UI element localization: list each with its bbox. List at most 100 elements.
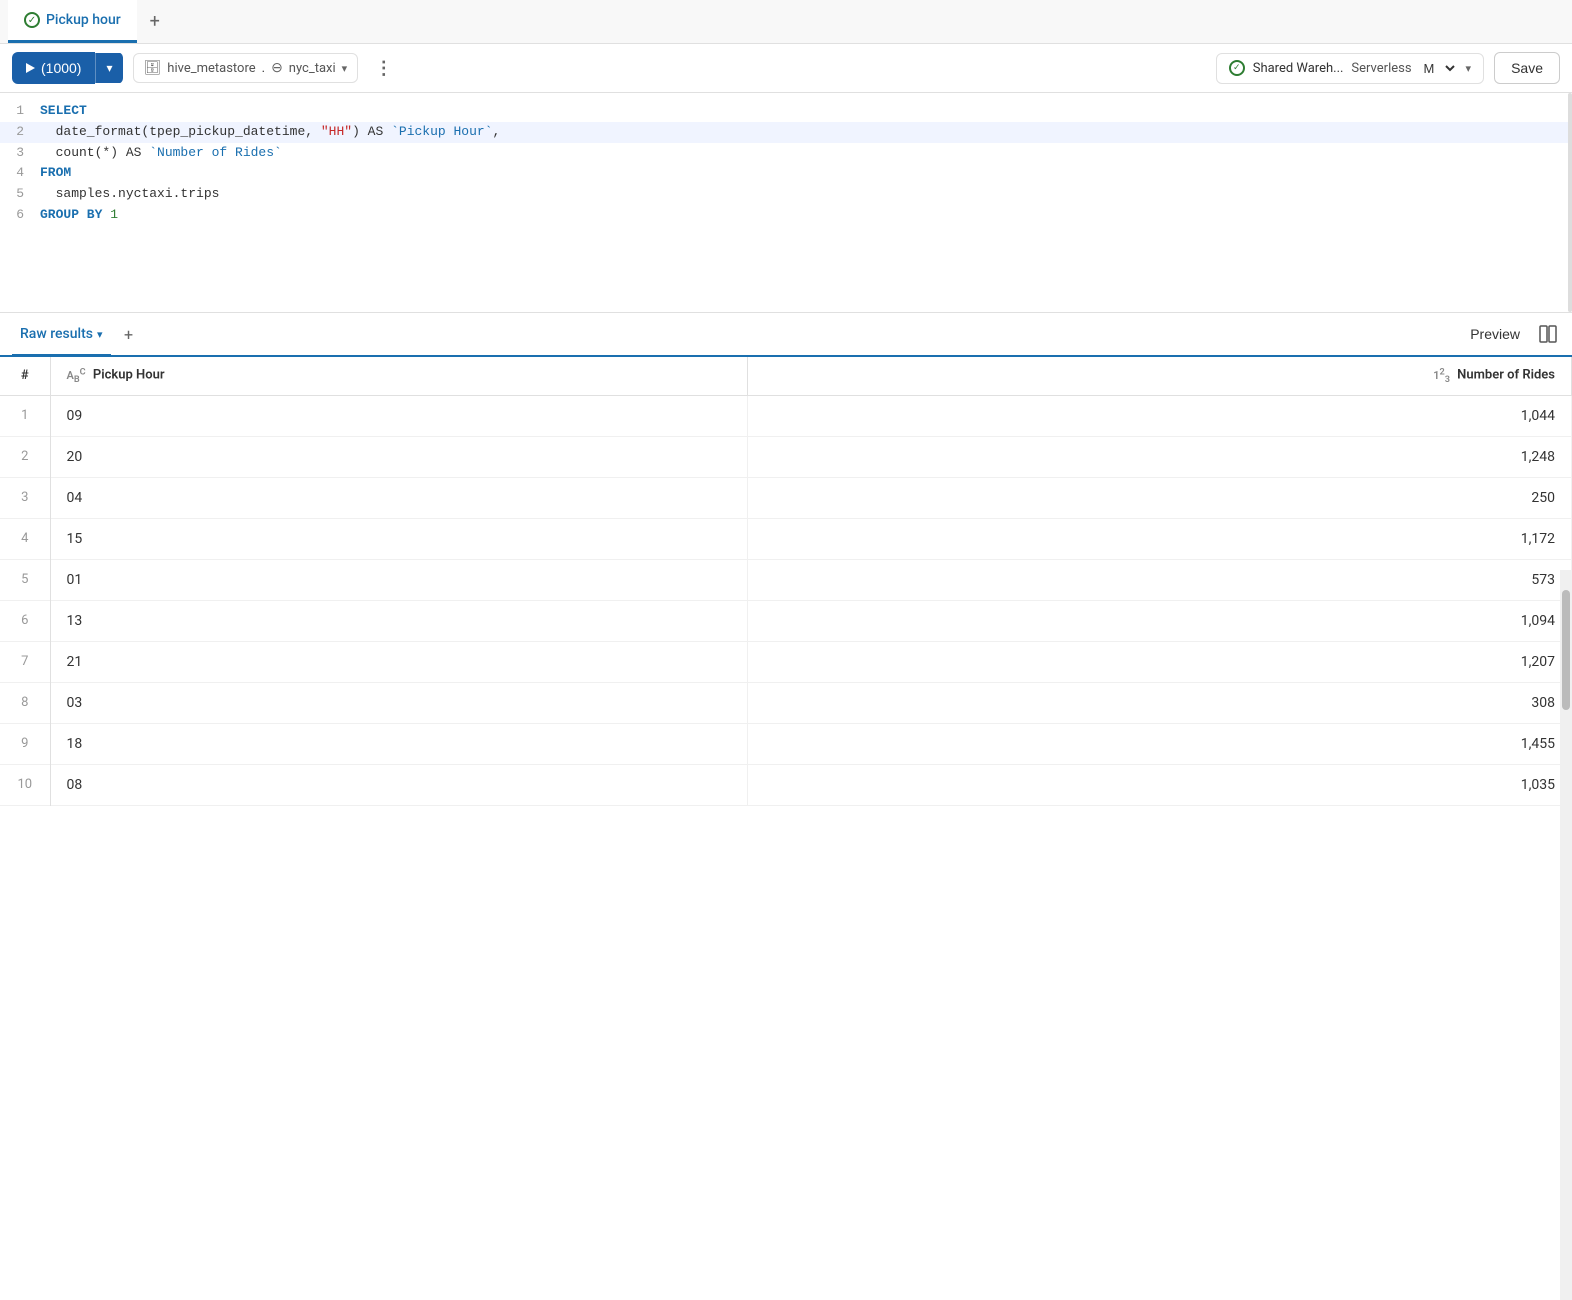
play-icon	[26, 63, 35, 73]
type-icon-123: 123	[1433, 369, 1450, 382]
code-text: ) AS	[352, 124, 391, 139]
code-line-5: 5 samples.nyctaxi.trips	[0, 184, 1572, 205]
cell-number-of-rides: 573	[748, 559, 1572, 600]
warehouse-dropdown-icon: ▾	[1466, 62, 1472, 75]
warehouse-type: Serverless	[1351, 61, 1411, 76]
cell-number-of-rides: 1,044	[748, 395, 1572, 436]
cell-row-num: 1	[0, 395, 50, 436]
tab-pickup-hour[interactable]: ✓ Pickup hour	[8, 0, 137, 43]
table-row: 4 15 1,172	[0, 518, 1572, 559]
cell-number-of-rides: 1,172	[748, 518, 1572, 559]
code-text: count(*) AS	[40, 145, 149, 160]
code-line-2: 2 date_format(tpep_pickup_datetime, "HH"…	[0, 122, 1572, 143]
table-row: 7 21 1,207	[0, 641, 1572, 682]
string-hh: "HH"	[321, 124, 352, 139]
col-header-num: #	[0, 357, 50, 395]
cell-row-num: 8	[0, 682, 50, 723]
catalog-name: hive_metastore	[167, 61, 255, 76]
cell-pickup-hour: 15	[50, 518, 748, 559]
warehouse-status-icon: ✓	[1229, 60, 1245, 76]
table-row: 3 04 250	[0, 477, 1572, 518]
catalog-icon: 🗄	[144, 60, 162, 76]
results-add-button[interactable]: +	[115, 320, 143, 348]
schema-icon: ⊖	[271, 60, 283, 76]
cell-pickup-hour: 21	[50, 641, 748, 682]
table-reference: samples.nyctaxi.trips	[40, 186, 219, 201]
warehouse-name: Shared Wareh...	[1253, 61, 1344, 76]
schema-name: nyc_taxi	[289, 61, 336, 76]
cell-number-of-rides: 1,207	[748, 641, 1572, 682]
type-icon-abc: ABC	[67, 369, 86, 382]
warehouse-size-select[interactable]: XS S M L XL	[1420, 60, 1458, 77]
keyword-select: SELECT	[40, 103, 87, 118]
cell-number-of-rides: 1,094	[748, 600, 1572, 641]
table-body: 1 09 1,044 2 20 1,248 3 04 250 4 15 1,17…	[0, 395, 1572, 805]
preview-label: Preview	[1470, 326, 1520, 342]
code-line-1: 1 SELECT	[0, 101, 1572, 122]
cell-number-of-rides: 250	[748, 477, 1572, 518]
table-row: 9 18 1,455	[0, 723, 1572, 764]
cell-pickup-hour: 01	[50, 559, 748, 600]
save-button[interactable]: Save	[1494, 52, 1560, 84]
schema-dropdown-icon: ▾	[342, 62, 348, 75]
cell-number-of-rides: 1,455	[748, 723, 1572, 764]
run-button[interactable]: (1000)	[12, 52, 95, 84]
col-header-number-of-rides[interactable]: 123 Number of Rides	[748, 357, 1572, 395]
cell-pickup-hour: 20	[50, 436, 748, 477]
cell-row-num: 4	[0, 518, 50, 559]
line-number-2: 2	[0, 122, 40, 143]
line-number-6: 6	[0, 205, 40, 226]
cell-pickup-hour: 03	[50, 682, 748, 723]
code-editor[interactable]: 1 SELECT 2 date_format(tpep_pickup_datet…	[0, 93, 1572, 313]
raw-results-tab[interactable]: Raw results ▾	[12, 314, 111, 356]
table-row: 8 03 308	[0, 682, 1572, 723]
toolbar: (1000) ▾ 🗄 hive_metastore . ⊖ nyc_taxi ▾…	[0, 44, 1572, 93]
cell-pickup-hour: 09	[50, 395, 748, 436]
scrollbar-thumb[interactable]	[1562, 590, 1570, 710]
code-line-6: 6 GROUP BY 1	[0, 205, 1572, 226]
cell-pickup-hour: 13	[50, 600, 748, 641]
col-header-pickup-hour[interactable]: ABC Pickup Hour	[50, 357, 748, 395]
cell-row-num: 9	[0, 723, 50, 764]
line-number-3: 3	[0, 143, 40, 164]
tab-check-icon: ✓	[24, 12, 40, 28]
code-line-4: 4 FROM	[0, 163, 1572, 184]
group-by-num: 1	[110, 207, 118, 222]
results-chevron-icon: ▾	[97, 328, 103, 341]
keyword-from: FROM	[40, 165, 71, 180]
cell-row-num: 10	[0, 764, 50, 805]
warehouse-selector[interactable]: ✓ Shared Wareh... Serverless XS S M L XL…	[1216, 53, 1484, 84]
raw-results-label: Raw results	[20, 326, 93, 342]
cell-number-of-rides: 1,248	[748, 436, 1572, 477]
cell-pickup-hour: 04	[50, 477, 748, 518]
line-number-4: 4	[0, 163, 40, 184]
editor-scrollbar[interactable]	[1568, 93, 1572, 312]
keyword-group-by: GROUP BY	[40, 207, 110, 222]
cell-row-num: 5	[0, 559, 50, 600]
cell-number-of-rides: 1,035	[748, 764, 1572, 805]
results-table: # ABC Pickup Hour 123 Number of Rides 1 …	[0, 357, 1572, 806]
layout-toggle-icon[interactable]	[1536, 322, 1560, 346]
run-button-group: (1000) ▾	[12, 52, 123, 84]
cell-row-num: 7	[0, 641, 50, 682]
more-options-button[interactable]: ⋮	[368, 52, 400, 84]
alias-number-of-rides: `Number of Rides`	[149, 145, 282, 160]
cell-pickup-hour: 08	[50, 764, 748, 805]
run-dropdown-button[interactable]: ▾	[95, 53, 122, 83]
cell-pickup-hour: 18	[50, 723, 748, 764]
results-table-container: # ABC Pickup Hour 123 Number of Rides 1 …	[0, 357, 1572, 806]
cell-row-num: 2	[0, 436, 50, 477]
cell-row-num: 3	[0, 477, 50, 518]
code-text: date_format(tpep_pickup_datetime,	[40, 124, 321, 139]
table-row: 2 20 1,248	[0, 436, 1572, 477]
tab-add-button[interactable]: +	[141, 8, 169, 36]
page-scrollbar[interactable]	[1560, 570, 1572, 1300]
code-line-3: 3 count(*) AS `Number of Rides`	[0, 143, 1572, 164]
tab-bar: ✓ Pickup hour +	[0, 0, 1572, 44]
line-number-5: 5	[0, 184, 40, 205]
results-bar: Raw results ▾ + Preview	[0, 313, 1572, 357]
preview-button[interactable]: Preview	[1458, 320, 1532, 348]
table-row: 5 01 573	[0, 559, 1572, 600]
table-row: 1 09 1,044	[0, 395, 1572, 436]
catalog-schema-selector[interactable]: 🗄 hive_metastore . ⊖ nyc_taxi ▾	[133, 53, 359, 83]
